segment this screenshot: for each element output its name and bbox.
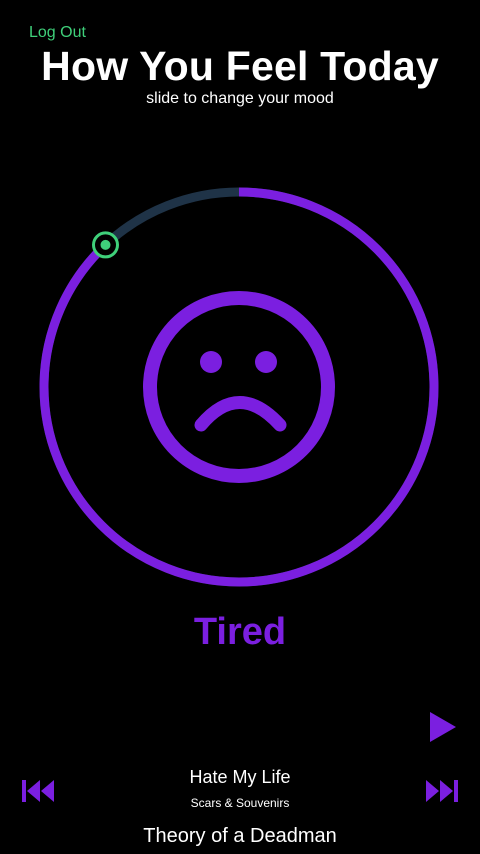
play-icon[interactable] <box>428 710 458 744</box>
album-name: Scars & Souvenirs <box>190 796 290 810</box>
sad-face-icon <box>143 291 335 483</box>
mood-dial[interactable] <box>0 0 480 854</box>
skip-forward-icon[interactable] <box>422 778 460 804</box>
song-title: Hate My Life <box>189 767 291 787</box>
mood-label: Tired <box>193 611 287 653</box>
artist-name: Theory of a Deadman <box>143 825 337 847</box>
mood-slider-handle[interactable] <box>92 231 119 259</box>
